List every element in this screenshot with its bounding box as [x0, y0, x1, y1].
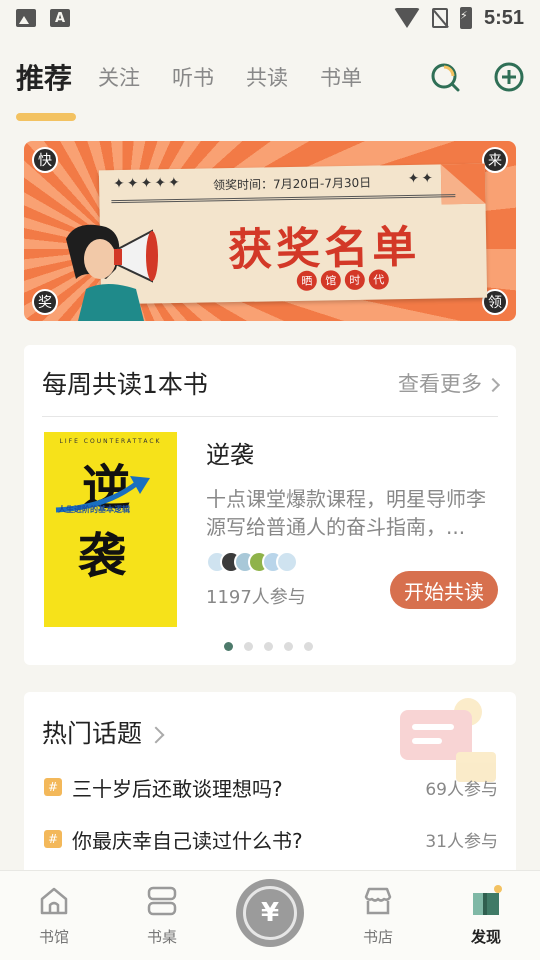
see-more-link[interactable]: 查看更多	[398, 368, 501, 398]
card-title: 每周共读1本书	[42, 370, 208, 399]
store-icon	[364, 887, 392, 915]
banner-tag: 时	[344, 269, 365, 291]
banner-tag-row: 晒 馆 时 代	[296, 269, 389, 291]
top-tab-bar: 推荐 关注 听书 共读 书单	[16, 52, 524, 121]
add-circle-icon[interactable]	[494, 62, 524, 92]
see-more-label: 查看更多	[398, 372, 482, 396]
hot-topics-card: 热门话题 # 三十岁后还敢谈理想吗? 69人参与 # 你最庆幸自己读过什么书? …	[24, 692, 516, 892]
banner-tag: 晒	[296, 270, 317, 291]
nav-label: 书馆	[38, 928, 69, 946]
topic-text: 你最庆幸自己读过什么书?	[72, 828, 303, 853]
pagination-dot[interactable]	[224, 642, 233, 651]
tab-coread[interactable]: 共读	[246, 62, 288, 92]
pagination-dot[interactable]	[264, 642, 273, 651]
book-description: 十点课堂爆款课程，明星导师李源写给普通人的奋斗指南，...	[206, 487, 486, 539]
megaphone-illustration	[66, 224, 158, 321]
pagination-dot[interactable]	[244, 642, 253, 651]
nav-library[interactable]: 书馆	[14, 871, 94, 960]
bottom-nav: 书馆 书桌 ¥ 书店 发现	[0, 870, 540, 960]
font-icon: A	[50, 9, 70, 27]
banner-stars-right: ✦✦	[407, 170, 436, 187]
status-bar: A 5:51	[0, 0, 540, 36]
active-tab-indicator	[16, 113, 76, 121]
tab-booklist[interactable]: 书单	[320, 62, 362, 92]
hashtag-icon: #	[44, 830, 62, 848]
tab-recommend[interactable]: 推荐	[16, 57, 76, 121]
topic-count: 31人参与	[425, 831, 498, 852]
topic-count: 69人参与	[425, 779, 498, 800]
chevron-right-icon	[485, 377, 501, 393]
participant-avatars	[206, 551, 298, 573]
nav-label: 书桌	[146, 928, 177, 946]
book-cover[interactable]: LIFE COUNTERATTACK 逆 人生进阶的基本逻辑 袭	[44, 432, 177, 627]
discover-icon	[473, 885, 502, 915]
banner-corner-tr: 来	[482, 147, 508, 173]
banner-tag: 代	[368, 269, 389, 290]
award-banner[interactable]: 快 来 奖 领 ✦✦✦✦✦ 领奖时间：7月20日-7月30日 ✦✦ 获奖名单 晒…	[24, 141, 516, 321]
tab-label: 推荐	[16, 62, 73, 95]
pagination-dot[interactable]	[304, 642, 313, 651]
topic-item[interactable]: # 你最庆幸自己读过什么书? 31人参与	[44, 824, 498, 854]
chevron-right-icon	[147, 726, 165, 744]
desk-icon	[147, 886, 177, 916]
banner-title: 获奖名单	[227, 221, 421, 277]
yuan-coin-button[interactable]: ¥	[236, 879, 304, 947]
tab-listen[interactable]: 听书	[172, 62, 214, 92]
book-title[interactable]: 逆袭	[206, 435, 254, 470]
topic-item[interactable]: # 三十岁后还敢谈理想吗? 69人参与	[44, 772, 498, 802]
home-icon	[40, 887, 68, 915]
nav-label: 书店	[362, 928, 393, 946]
banner-tag: 馆	[320, 270, 341, 291]
hot-topics-title[interactable]: 热门话题	[42, 714, 165, 750]
cover-subtitle: 人生进阶的基本逻辑	[58, 505, 130, 514]
no-sim-icon	[431, 8, 448, 28]
image-icon	[16, 9, 36, 27]
wifi-icon	[393, 8, 420, 28]
pagination-dots	[224, 642, 313, 651]
banner-corner-tl: 快	[32, 147, 58, 173]
avatar	[276, 551, 298, 573]
pagination-dot[interactable]	[284, 642, 293, 651]
battery-charging-icon	[459, 7, 472, 29]
nav-discover[interactable]: 发现	[446, 871, 526, 960]
participant-count: 1197人参与	[206, 587, 306, 608]
cover-char-2: 袭	[78, 528, 127, 584]
nav-store[interactable]: 书店	[338, 871, 418, 960]
tab-follow[interactable]: 关注	[98, 62, 140, 92]
divider	[42, 416, 498, 417]
topic-text: 三十岁后还敢谈理想吗?	[72, 776, 283, 801]
cover-top-text: LIFE COUNTERATTACK	[59, 438, 162, 445]
nav-desk[interactable]: 书桌	[122, 871, 202, 960]
status-time: 5:51	[483, 6, 524, 29]
hot-topics-label: 热门话题	[42, 719, 143, 748]
start-coread-button[interactable]: 开始共读	[390, 571, 498, 609]
nav-label: 发现	[470, 928, 501, 946]
banner-corner-bl: 奖	[32, 289, 58, 315]
search-icon[interactable]	[430, 62, 460, 92]
hashtag-icon: #	[44, 778, 62, 796]
yuan-coin-icon: ¥	[243, 886, 297, 940]
weekly-coread-card: 每周共读1本书 查看更多 LIFE COUNTERATTACK 逆 人生进阶的基…	[24, 345, 516, 665]
